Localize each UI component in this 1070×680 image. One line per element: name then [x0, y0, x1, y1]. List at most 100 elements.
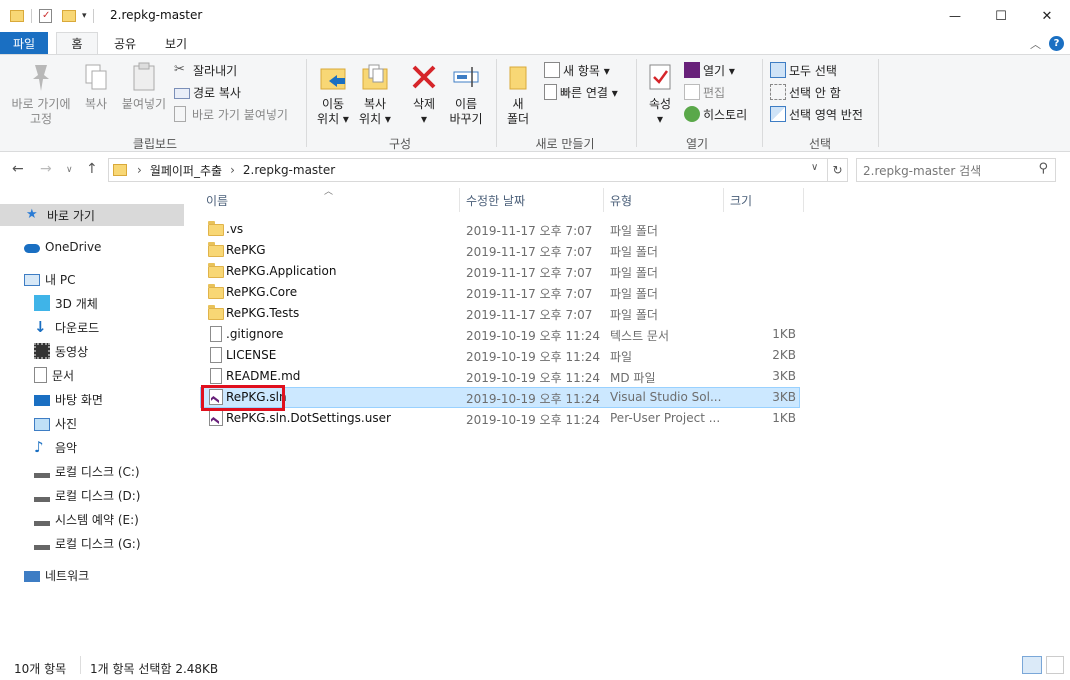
help-icon[interactable]: ? [1049, 36, 1064, 51]
nav-label: 사진 [55, 416, 78, 431]
back-arrow-icon[interactable]: ← [12, 161, 24, 177]
nav-item-drive-g[interactable]: 로컬 디스크 (G:) [0, 532, 141, 554]
cut-button[interactable]: ✂ 잘라내기 [174, 61, 237, 79]
new-folder-button[interactable]: 새 폴더 [500, 61, 536, 127]
delete-label-line1: 삭제 [412, 97, 436, 111]
file-row[interactable]: LICENSE 2019-10-19 오후 11:24 파일 2KB [200, 345, 800, 366]
select-none-button[interactable]: 선택 안 함 [770, 83, 841, 101]
file-row[interactable]: RePKG.Application 2019-11-17 오후 7:07 파일 … [200, 261, 800, 282]
file-row[interactable]: RePKG.Tests 2019-11-17 오후 7:07 파일 폴더 [200, 303, 800, 324]
details-view-icon[interactable] [1022, 656, 1042, 674]
tab-home[interactable]: 홈 [56, 32, 98, 54]
file-row[interactable]: .vs 2019-11-17 오후 7:07 파일 폴더 [200, 219, 800, 240]
search-input[interactable]: 2.repkg-master 검색 ⚲ [856, 158, 1056, 182]
ribbon-tabs: 파일 홈 공유 보기 ︿ ? [0, 32, 1070, 54]
new-item-button[interactable]: 새 항목 ▾ [544, 61, 610, 79]
nav-item-music[interactable]: ♪ 음악 [0, 436, 77, 458]
file-name: RePKG.Core [226, 285, 298, 299]
file-row-selected[interactable]: RePKG.sln 2019-10-19 오후 11:24 Visual Stu… [200, 387, 800, 408]
breadcrumb-item[interactable]: 2.repkg-master [243, 163, 335, 177]
nav-item-network[interactable]: 네트워크 [0, 564, 89, 586]
properties-button[interactable]: 속성 ▾ [642, 61, 678, 127]
history-icon [684, 106, 700, 122]
ribbon: 바로 가기에 고정 복사 붙여넣기 ✂ 잘라내기 경로 복사 바로 가기 붙여넣… [0, 54, 1070, 152]
tab-view[interactable]: 보기 [155, 32, 197, 54]
move-to-button[interactable]: 이동 위치 ▾ [312, 61, 354, 127]
divider [31, 9, 32, 23]
delete-label-line2: ▾ [420, 112, 428, 126]
paste-shortcut-button[interactable]: 바로 가기 붙여넣기 [174, 105, 288, 123]
nav-item-drive-e[interactable]: 시스템 예약 (E:) [0, 508, 139, 530]
nav-item-quick-access[interactable]: ★ 바로 가기 [0, 204, 184, 226]
group-label-open: 열기 [685, 137, 709, 151]
select-none-label: 선택 안 함 [789, 85, 841, 100]
copy-to-button[interactable]: 복사 위치 ▾ [354, 61, 396, 127]
nav-item-downloads[interactable]: ↓ 다운로드 [0, 316, 99, 338]
folder-icon [113, 164, 127, 176]
recent-locations-icon[interactable]: ∨ [66, 165, 73, 175]
search-placeholder: 2.repkg-master 검색 [863, 163, 982, 178]
edit-button[interactable]: 편집 [684, 83, 725, 101]
nav-item-drive-d[interactable]: 로컬 디스크 (D:) [0, 484, 140, 506]
up-arrow-icon[interactable]: ↑ [86, 161, 98, 177]
new-folder-icon[interactable] [62, 10, 76, 22]
properties-icon [644, 61, 676, 93]
file-row[interactable]: .gitignore 2019-10-19 오후 11:24 텍스트 문서 1K… [200, 324, 800, 345]
new-folder-icon [502, 61, 534, 93]
tab-file[interactable]: 파일 [0, 32, 48, 54]
column-header-name[interactable]: 이름 [200, 188, 460, 212]
large-icons-view-icon[interactable] [1046, 656, 1064, 674]
breadcrumb-item[interactable]: 월페이퍼_추출 [150, 162, 222, 179]
nav-label: 로컬 디스크 (G:) [55, 536, 141, 551]
column-header-type[interactable]: 유형 [604, 188, 724, 212]
refresh-icon[interactable]: ↻ [828, 158, 848, 182]
properties-icon[interactable]: ✓ [39, 9, 52, 23]
download-icon: ↓ [34, 318, 47, 336]
customize-dropdown-icon[interactable]: ▾ [82, 11, 87, 21]
history-button[interactable]: 히스토리 [684, 105, 747, 123]
edit-label: 편집 [703, 85, 726, 100]
collapse-ribbon-icon[interactable]: ︿ [1030, 36, 1041, 52]
column-header-size[interactable]: 크기 [724, 188, 804, 212]
file-type: 파일 폴더 [610, 287, 658, 301]
rename-button[interactable]: 이름 바꾸기 [444, 61, 488, 127]
close-button[interactable]: ✕ [1024, 0, 1070, 32]
minimize-button[interactable]: — [932, 0, 978, 32]
invert-selection-button[interactable]: 선택 영역 반전 [770, 105, 863, 123]
copy-path-button[interactable]: 경로 복사 [174, 83, 241, 101]
select-all-button[interactable]: 모두 선택 [770, 61, 837, 79]
tab-share[interactable]: 공유 [105, 32, 145, 54]
column-header-date[interactable]: 수정한 날짜 [460, 188, 604, 212]
file-icon [208, 347, 224, 363]
nav-item-documents[interactable]: 문서 [0, 364, 74, 386]
network-icon [24, 571, 40, 582]
easy-access-button[interactable]: 빠른 연결 ▾ [544, 83, 618, 101]
breadcrumb-separator[interactable]: › [137, 163, 142, 177]
address-dropdown-icon[interactable]: ∨ [811, 162, 818, 173]
delete-button[interactable]: 삭제 ▾ [404, 61, 444, 127]
nav-item-videos[interactable]: 동영상 [0, 340, 88, 362]
file-name: .gitignore [226, 327, 284, 341]
forward-arrow-icon[interactable]: → [40, 161, 52, 177]
divider [762, 59, 763, 147]
paste-button[interactable]: 붙여넣기 [116, 61, 172, 112]
nav-item-pictures[interactable]: 사진 [0, 412, 77, 434]
nav-item-3d-objects[interactable]: 3D 개체 [0, 292, 98, 314]
file-row[interactable]: RePKG.Core 2019-11-17 오후 7:07 파일 폴더 [200, 282, 800, 303]
nav-item-drive-c[interactable]: 로컬 디스크 (C:) [0, 460, 140, 482]
nav-item-this-pc[interactable]: 내 PC [0, 268, 75, 290]
pin-to-quick-access-button[interactable]: 바로 가기에 고정 [4, 61, 78, 127]
file-row[interactable]: RePKG 2019-11-17 오후 7:07 파일 폴더 [200, 240, 800, 261]
maximize-button[interactable]: ☐ [978, 0, 1024, 32]
address-bar[interactable]: › 월페이퍼_추출 › 2.repkg-master ∨ [108, 158, 828, 182]
breadcrumb-separator[interactable]: › [230, 163, 235, 177]
open-button[interactable]: 열기 ▾ [684, 61, 735, 79]
copy-button[interactable]: 복사 [78, 61, 114, 112]
video-icon [34, 343, 50, 359]
nav-item-onedrive[interactable]: OneDrive [0, 236, 101, 258]
nav-item-desktop[interactable]: 바탕 화면 [0, 388, 103, 410]
nav-label: 시스템 예약 (E:) [55, 512, 139, 527]
rename-label-line1: 이름 [454, 97, 478, 111]
file-row[interactable]: RePKG.sln.DotSettings.user 2019-10-19 오후… [200, 408, 800, 429]
file-row[interactable]: README.md 2019-10-19 오후 11:24 MD 파일 3KB [200, 366, 800, 387]
